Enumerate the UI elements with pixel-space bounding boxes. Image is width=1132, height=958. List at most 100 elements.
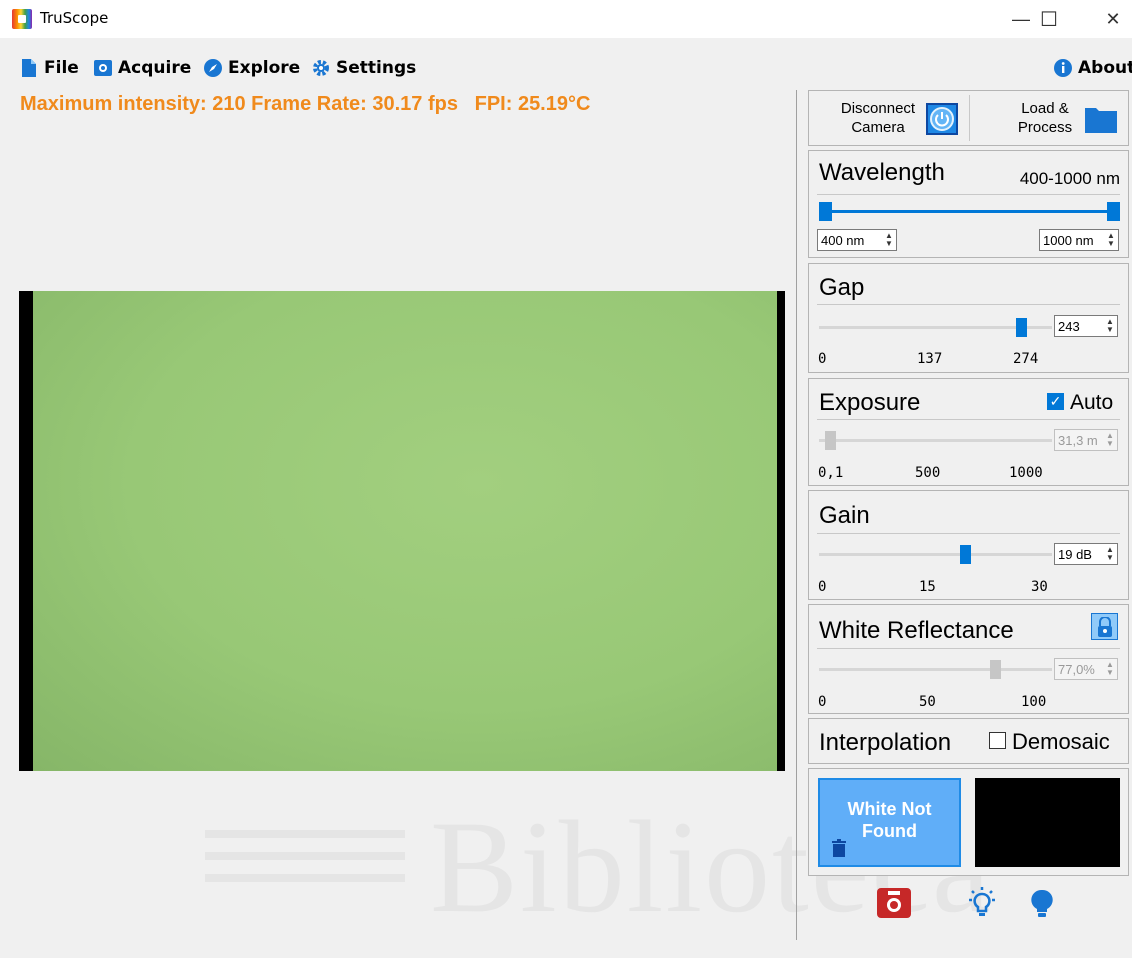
exposure-title: Exposure bbox=[819, 389, 921, 416]
gain-tick-max: 30 bbox=[1031, 579, 1048, 595]
camera-image bbox=[33, 291, 777, 771]
spin-arrows-icon[interactable]: ▲ ▼ bbox=[1104, 661, 1116, 677]
spin-arrows-icon[interactable]: ▲ ▼ bbox=[1105, 232, 1117, 248]
gap-panel: Gap 243 ▲ ▼ 0 137 274 bbox=[808, 263, 1129, 373]
button-separator bbox=[969, 95, 970, 141]
reference-preview bbox=[975, 778, 1120, 867]
white-reflectance-track bbox=[819, 668, 1052, 671]
menu-acquire[interactable]: Acquire bbox=[94, 58, 191, 78]
menu-file-label: File bbox=[44, 58, 79, 78]
gain-title: Gain bbox=[819, 502, 870, 529]
gain-tick-min: 0 bbox=[818, 579, 827, 595]
watermark-lines bbox=[205, 830, 405, 896]
gap-rule bbox=[817, 304, 1120, 305]
wavelength-rule bbox=[817, 194, 1120, 195]
gap-tick-min: 0 bbox=[818, 351, 827, 367]
white-reflectance-tick-min: 0 bbox=[818, 694, 827, 710]
exposure-track bbox=[819, 439, 1052, 442]
white-reflectance-tick-max: 100 bbox=[1021, 694, 1047, 710]
auto-exposure-checkbox[interactable]: ✓ bbox=[1047, 393, 1064, 410]
camera-preview[interactable] bbox=[19, 291, 785, 771]
spin-arrows-icon[interactable]: ▲ ▼ bbox=[1104, 546, 1116, 562]
white-reflectance-spin[interactable]: 77,0% ▲ ▼ bbox=[1054, 658, 1118, 680]
menu-explore-label: Explore bbox=[228, 58, 301, 78]
wavelength-min-value: 400 nm bbox=[821, 233, 865, 248]
load-label-1: Load & bbox=[1021, 100, 1069, 117]
app-logo-icon bbox=[12, 9, 32, 29]
exposure-handle[interactable] bbox=[825, 431, 836, 450]
white-reflectance-handle[interactable] bbox=[989, 660, 1001, 679]
maximize-button[interactable]: ☐ bbox=[1026, 0, 1072, 38]
menu-about[interactable]: About bbox=[1054, 58, 1132, 78]
gap-handle[interactable] bbox=[1015, 318, 1027, 337]
file-icon bbox=[20, 59, 38, 77]
disconnect-label-1: Disconnect bbox=[840, 100, 916, 117]
light-button[interactable] bbox=[1024, 885, 1060, 921]
gain-panel: Gain 19 dB ▲ ▼ 0 15 30 bbox=[808, 490, 1129, 600]
wavelength-min-handle[interactable] bbox=[819, 202, 832, 221]
gain-rule bbox=[817, 533, 1120, 534]
menu-settings[interactable]: Settings bbox=[312, 58, 416, 78]
camera-capture-icon bbox=[877, 888, 911, 918]
white-reflectance-rule bbox=[817, 648, 1120, 649]
status-readout: Maximum intensity: 210 Frame Rate: 30.17… bbox=[20, 93, 591, 115]
gain-spin[interactable]: 19 dB ▲ ▼ bbox=[1054, 543, 1118, 565]
menu-settings-label: Settings bbox=[336, 58, 417, 78]
menu-acquire-label: Acquire bbox=[118, 58, 192, 78]
spin-arrows-icon[interactable]: ▲ ▼ bbox=[883, 232, 895, 248]
auto-exposure-label: Auto bbox=[1070, 391, 1114, 414]
wavelength-track bbox=[823, 210, 1113, 213]
trash-icon[interactable] bbox=[832, 839, 846, 857]
light-auto-button[interactable] bbox=[964, 885, 1000, 921]
exposure-tick-mid: 500 bbox=[915, 465, 941, 481]
lightbulb-outline-icon bbox=[969, 887, 995, 916]
disconnect-camera-button[interactable]: Disconnect Camera bbox=[823, 99, 933, 137]
camera-icon bbox=[94, 59, 112, 77]
menu-file[interactable]: File bbox=[20, 58, 79, 78]
gain-handle[interactable] bbox=[959, 545, 971, 564]
lock-icon[interactable] bbox=[1091, 613, 1118, 640]
interpolation-panel: Interpolation Demosaic bbox=[808, 718, 1129, 764]
compass-icon bbox=[204, 59, 222, 77]
white-status-line1: White Not bbox=[847, 799, 932, 819]
white-not-found-button[interactable]: White Not Found bbox=[818, 778, 961, 867]
white-reflectance-value: 77,0% bbox=[1058, 662, 1095, 677]
interpolation-title: Interpolation bbox=[819, 729, 952, 756]
capture-button[interactable] bbox=[876, 885, 912, 921]
wavelength-panel: Wavelength 400-1000 nm 400 nm ▲ ▼ 1000 nm… bbox=[808, 150, 1129, 258]
gap-spin[interactable]: 243 ▲ ▼ bbox=[1054, 315, 1118, 337]
wavelength-title: Wavelength bbox=[819, 159, 945, 186]
gap-value: 243 bbox=[1058, 319, 1080, 334]
demosaic-checkbox[interactable] bbox=[989, 732, 1006, 749]
exposure-rule bbox=[817, 419, 1120, 420]
power-icon[interactable] bbox=[926, 103, 958, 135]
menu-explore[interactable]: Explore bbox=[204, 58, 300, 78]
spin-arrows-icon[interactable]: ▲ ▼ bbox=[1104, 432, 1116, 448]
white-reflectance-panel: White Reflectance 77,0% ▲ ▼ 0 50 100 bbox=[808, 604, 1129, 714]
exposure-value: 31,3 m bbox=[1058, 433, 1098, 448]
camera-actions-panel: Disconnect Camera Load & Process bbox=[808, 90, 1129, 146]
wavelength-max-handle[interactable] bbox=[1107, 202, 1120, 221]
gain-tick-mid: 15 bbox=[919, 579, 936, 595]
load-process-button[interactable]: Load & Process bbox=[1005, 99, 1085, 137]
info-icon bbox=[1054, 59, 1072, 77]
wavelength-max-value: 1000 nm bbox=[1043, 233, 1094, 248]
folder-icon[interactable] bbox=[1085, 105, 1117, 133]
exposure-tick-min: 0,1 bbox=[818, 465, 844, 481]
exposure-tick-max: 1000 bbox=[1009, 465, 1043, 481]
lightbulb-icon bbox=[1031, 889, 1053, 917]
window-title: TruScope bbox=[40, 9, 109, 27]
gain-value: 19 dB bbox=[1058, 547, 1092, 562]
wavelength-min-spin[interactable]: 400 nm ▲ ▼ bbox=[817, 229, 897, 251]
close-button[interactable]: ✕ bbox=[1090, 0, 1132, 38]
load-label-2: Process bbox=[1017, 119, 1073, 136]
gap-tick-mid: 137 bbox=[917, 351, 943, 367]
gain-track bbox=[819, 553, 1052, 556]
wavelength-max-spin[interactable]: 1000 nm ▲ ▼ bbox=[1039, 229, 1119, 251]
gap-title: Gap bbox=[819, 274, 865, 301]
wavelength-range: 400-1000 nm bbox=[1019, 169, 1120, 188]
spin-arrows-icon[interactable]: ▲ ▼ bbox=[1104, 318, 1116, 334]
white-reflectance-title: White Reflectance bbox=[819, 617, 1014, 644]
panel-divider bbox=[796, 90, 797, 940]
exposure-spin[interactable]: 31,3 m ▲ ▼ bbox=[1054, 429, 1118, 451]
